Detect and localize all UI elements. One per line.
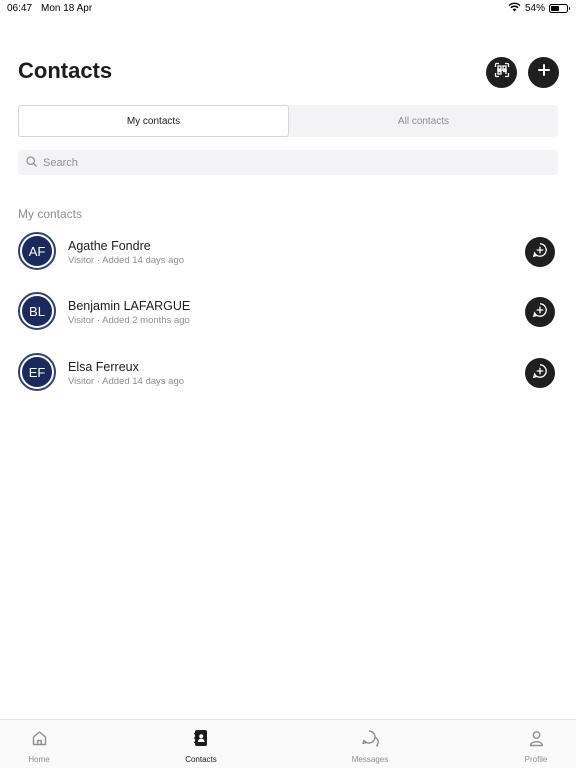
page-title: Contacts xyxy=(18,58,113,83)
nav-profile[interactable]: Profile xyxy=(496,720,576,768)
contact-meta: Visitor · Added 14 days ago xyxy=(68,376,185,387)
plus-icon xyxy=(537,63,551,82)
battery-percentage: 54% xyxy=(524,3,545,14)
avatar-initials: EF xyxy=(22,357,52,387)
nav-contacts-label: Contacts xyxy=(185,755,217,764)
status-indicators: 54% xyxy=(508,2,570,15)
contact-row[interactable]: AF Agathe Fondre Visitor · Added 14 days… xyxy=(0,228,576,276)
chat-add-icon xyxy=(532,242,548,263)
start-chat-button[interactable] xyxy=(525,358,555,388)
nav-contacts[interactable]: Contacts xyxy=(161,720,241,768)
add-contact-button[interactable] xyxy=(528,57,559,88)
avatar: AF xyxy=(18,232,56,270)
scan-button[interactable] xyxy=(486,57,517,88)
nav-messages-label: Messages xyxy=(351,755,389,764)
contacts-book-icon xyxy=(193,729,209,747)
search-bar xyxy=(18,150,558,175)
nav-home[interactable]: Home xyxy=(0,720,79,768)
contact-name: Elsa Ferreux xyxy=(68,360,139,374)
contact-name: Agathe Fondre xyxy=(68,239,151,253)
contact-row[interactable]: EF Elsa Ferreux Visitor · Added 14 days … xyxy=(0,349,576,397)
search-input[interactable] xyxy=(43,156,543,169)
contacts-segmented-control: My contacts All contacts xyxy=(18,105,558,137)
battery-level xyxy=(551,6,560,11)
nav-profile-label: Profile xyxy=(524,755,548,764)
avatar-initials: BL xyxy=(22,296,52,326)
messages-icon xyxy=(361,729,379,747)
status-date: Mon 18 Apr xyxy=(41,3,93,14)
avatar: BL xyxy=(18,292,56,330)
nav-home-label: Home xyxy=(28,755,50,764)
chat-add-icon xyxy=(532,302,548,323)
wifi-icon xyxy=(508,2,521,15)
start-chat-button[interactable] xyxy=(525,297,555,327)
home-icon xyxy=(31,729,48,747)
status-time: 06:47 xyxy=(7,3,33,14)
tab-all-contacts[interactable]: All contacts xyxy=(289,105,558,137)
search-icon xyxy=(26,154,37,172)
start-chat-button[interactable] xyxy=(525,237,555,267)
contact-meta: Visitor · Added 14 days ago xyxy=(68,255,185,266)
bottom-tab-bar: Home Contacts Messages Profile xyxy=(0,719,576,768)
contact-meta: Visitor · Added 2 months ago xyxy=(68,315,190,326)
contact-row[interactable]: BL Benjamin LAFARGUE Visitor · Added 2 m… xyxy=(0,288,576,336)
contact-name: Benjamin LAFARGUE xyxy=(68,299,191,313)
tab-my-contacts[interactable]: My contacts xyxy=(18,105,289,137)
section-title: My contacts xyxy=(18,207,83,221)
status-bar: 06:47 Mon 18 Apr 54% xyxy=(0,0,576,18)
avatar-initials: AF xyxy=(22,236,52,266)
avatar: EF xyxy=(18,353,56,391)
battery-icon xyxy=(549,4,570,13)
profile-icon xyxy=(528,729,545,747)
chat-add-icon xyxy=(532,363,548,384)
qr-scan-icon xyxy=(494,62,510,83)
nav-messages[interactable]: Messages xyxy=(330,720,410,768)
